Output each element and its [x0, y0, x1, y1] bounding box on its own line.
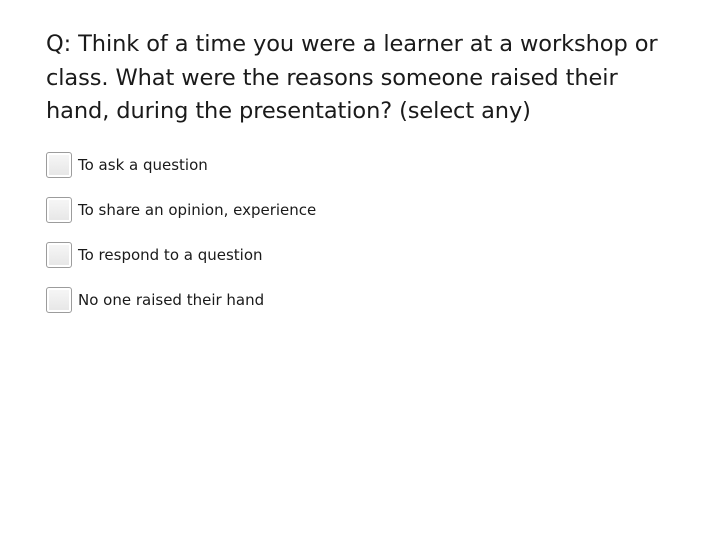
option-label[interactable]: To share an opinion, experience	[78, 201, 316, 219]
option-label[interactable]: To respond to a question	[78, 246, 263, 264]
checkbox[interactable]	[46, 287, 72, 313]
option-no-one-raised[interactable]: No one raised their hand	[46, 287, 316, 313]
option-ask-question[interactable]: To ask a question	[46, 152, 316, 178]
option-respond-question[interactable]: To respond to a question	[46, 242, 316, 268]
checkbox[interactable]	[46, 242, 72, 268]
option-share-opinion[interactable]: To share an opinion, experience	[46, 197, 316, 223]
survey-question-panel: Q: Think of a time you were a learner at…	[46, 28, 686, 313]
checkbox[interactable]	[46, 197, 72, 223]
checkbox[interactable]	[46, 152, 72, 178]
question-text: Q: Think of a time you were a learner at…	[46, 31, 658, 124]
answer-options-list: To ask a question To share an opinion, e…	[46, 152, 316, 332]
option-label[interactable]: No one raised their hand	[78, 291, 264, 309]
option-label[interactable]: To ask a question	[78, 156, 208, 174]
